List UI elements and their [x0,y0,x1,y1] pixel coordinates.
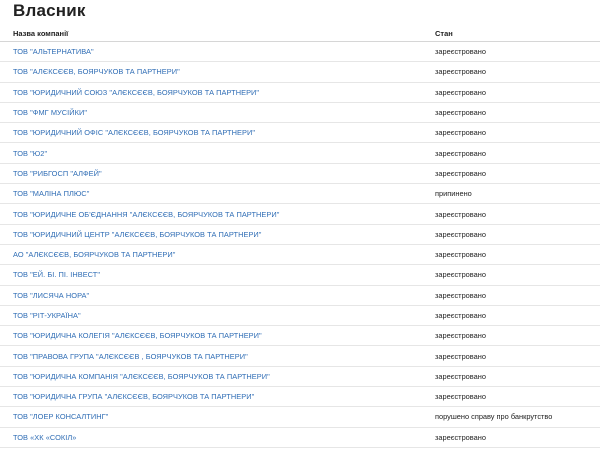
company-status-cell: зареєстровано [428,244,600,266]
table-row: ТОВ "ЛИСЯЧА НОРА" зареєстровано [0,285,600,306]
company-name-cell: ТОВ "ЮРИДИЧНИЙ ЦЕНТР "АЛЄКСЄЄВ, БОЯРЧУКО… [0,224,428,245]
company-name-cell: ТОВ "РІТ-УКРАЇНА" [0,305,428,327]
table-row: ТОВ "ПРАВОВА ГРУПА "АЛЄКСЄЄВ , БОЯРЧУКОВ… [0,345,600,367]
table-header-row: Назва компанії Стан [0,25,600,42]
table-row: ТОВ "ЮРИДИЧНИЙ СОЮЗ "АЛЄКСЄЄВ, БОЯРЧУКОВ… [0,82,600,103]
owners-table: Назва компанії Стан ТОВ "АЛЬТЕРНАТИВА" за… [0,25,600,448]
company-status-cell: зареєстровано [428,345,600,367]
company-name-cell: ТОВ "ЛИСЯЧА НОРА" [0,285,428,306]
company-name-cell: ТОВ "ЮРИДИЧНА КОМПАНІЯ "АЛЄКСЄЄВ, БОЯРЧУ… [0,366,428,388]
company-link[interactable]: ТОВ "ЮРИДИЧНА КОМПАНІЯ "АЛЄКСЄЄВ, БОЯРЧУ… [13,372,270,381]
company-status-cell: зареєстровано [428,102,600,124]
company-status-cell: зареєстровано [428,264,600,286]
company-status-cell: зареєстровано [428,41,600,63]
company-link[interactable]: ТОВ "ФМГ МУСІЙКИ" [13,108,87,117]
table-row: ТОВ "Ю2" зареєстровано [0,142,600,164]
table-row: АО "АЛЄКСЄЄВ, БОЯРЧУКОВ ТА ПАРТНЕРИ" заре… [0,244,600,266]
table-row: ТОВ «ХК «СОКІЛ» зареєстровано [0,427,600,448]
company-name-cell: ТОВ "ЮРИДИЧНА КОЛЕГІЯ "АЛЄКСЄЄВ, БОЯРЧУК… [0,325,428,347]
company-link[interactable]: ТОВ "АЛЬТЕРНАТИВА" [13,47,94,56]
company-status-cell: зареєстровано [428,122,600,144]
company-status-cell: зареєстровано [428,61,600,83]
company-link[interactable]: ТОВ "РИБГОСП "АЛФЕЙ" [13,169,102,178]
company-name-cell: ТОВ "Ю2" [0,142,428,164]
page: Власник Назва компанії Стан ТОВ "АЛЬТЕРН… [0,0,600,450]
table-row: ТОВ "ЮРИДИЧНИЙ ОФІС "АЛЄКСЄЄВ, БОЯРЧУКОВ… [0,122,600,144]
page-title: Власник [13,1,86,20]
company-name-cell: ТОВ "ЛОЕР КОНСАЛТИНГ" [0,406,428,428]
column-header-status: Стан [428,25,600,42]
company-link[interactable]: ТОВ «ХК «СОКІЛ» [13,433,76,442]
company-name-cell: АО "АЛЄКСЄЄВ, БОЯРЧУКОВ ТА ПАРТНЕРИ" [0,244,428,266]
company-name-cell: ТОВ "ЮРИДИЧНИЙ СОЮЗ "АЛЄКСЄЄВ, БОЯРЧУКОВ… [0,82,428,103]
company-name-cell: ТОВ "ФМГ МУСІЙКИ" [0,102,428,124]
company-name-cell: ТОВ "МАЛІНА ПЛЮС" [0,183,428,205]
company-status-cell: зареєстровано [428,427,600,448]
company-status-cell: зареєстровано [428,224,600,245]
company-status-cell: порушено справу про банкрутство [428,406,600,428]
company-name-cell: ТОВ "АЛЬТЕРНАТИВА" [0,41,428,63]
company-status-cell: зареєстровано [428,163,600,185]
table-row: ТОВ "ФМГ МУСІЙКИ" зареєстровано [0,102,600,124]
company-name-cell: ТОВ "АЛЄКСЄЄВ, БОЯРЧУКОВ ТА ПАРТНЕРИ" [0,61,428,83]
table-row: ТОВ "ЮРИДИЧНА ГРУПА "АЛЄКСЄЄВ, БОЯРЧУКОВ… [0,386,600,408]
table-row: ТОВ "МАЛІНА ПЛЮС" припинено [0,183,600,205]
company-status-cell: зареєстровано [428,325,600,347]
company-link[interactable]: ТОВ "ЛИСЯЧА НОРА" [13,291,89,300]
company-status-cell: зареєстровано [428,82,600,103]
table-row: ТОВ "ЮРИДИЧНА КОЛЕГІЯ "АЛЄКСЄЄВ, БОЯРЧУК… [0,325,600,347]
owners-table-body: ТОВ "АЛЬТЕРНАТИВА" зареєстровано ТОВ "АЛЄК… [0,41,600,448]
table-row: ТОВ "ЮРИДИЧНА КОМПАНІЯ "АЛЄКСЄЄВ, БОЯРЧУ… [0,366,600,388]
company-link[interactable]: ТОВ "ЛОЕР КОНСАЛТИНГ" [13,412,108,421]
company-status-cell: припинено [428,183,600,205]
company-name-cell: ТОВ "ЮРИДИЧНИЙ ОФІС "АЛЄКСЄЄВ, БОЯРЧУКОВ… [0,122,428,144]
company-name-cell: ТОВ "ЮРИДИЧНЕ ОБ'ЄДНАННЯ "АЛЄКСЄЄВ, БОЯР… [0,203,428,225]
company-name-cell: ТОВ "ПРАВОВА ГРУПА "АЛЄКСЄЄВ , БОЯРЧУКОВ… [0,345,428,367]
company-link[interactable]: ТОВ "ЮРИДИЧНИЙ СОЮЗ "АЛЄКСЄЄВ, БОЯРЧУКОВ… [13,88,259,97]
company-link[interactable]: ТОВ "ЮРИДИЧНИЙ ОФІС "АЛЄКСЄЄВ, БОЯРЧУКОВ… [13,128,255,137]
table-row: ТОВ "ЮРИДИЧНЕ ОБ'ЄДНАННЯ "АЛЄКСЄЄВ, БОЯР… [0,203,600,225]
table-row: ТОВ "АЛЬТЕРНАТИВА" зареєстровано [0,41,600,63]
company-status-cell: зареєстровано [428,386,600,408]
company-link[interactable]: ТОВ "Ю2" [13,149,47,158]
company-link[interactable]: ТОВ "РІТ-УКРАЇНА" [13,311,81,320]
column-header-company-name: Назва компанії [0,25,428,42]
table-row: ТОВ "РІТ-УКРАЇНА" зареєстровано [0,305,600,327]
company-link[interactable]: ТОВ "ЮРИДИЧНА КОЛЕГІЯ "АЛЄКСЄЄВ, БОЯРЧУК… [13,331,262,340]
table-row: ТОВ "ЛОЕР КОНСАЛТИНГ" порушено справу про… [0,406,600,428]
company-status-cell: зареєстровано [428,285,600,306]
company-link[interactable]: ТОВ "ЕЙ. БІ. ПІ. ІНВЕСТ" [13,270,100,279]
company-status-cell: зареєстровано [428,305,600,327]
company-link[interactable]: ТОВ "ЮРИДИЧНИЙ ЦЕНТР "АЛЄКСЄЄВ, БОЯРЧУКО… [13,230,261,239]
company-name-cell: ТОВ «ХК «СОКІЛ» [0,427,428,448]
table-row: ТОВ "РИБГОСП "АЛФЕЙ" зареєстровано [0,163,600,185]
company-status-cell: зареєстровано [428,142,600,164]
company-link[interactable]: ТОВ "АЛЄКСЄЄВ, БОЯРЧУКОВ ТА ПАРТНЕРИ" [13,67,180,76]
company-name-cell: ТОВ "РИБГОСП "АЛФЕЙ" [0,163,428,185]
company-link[interactable]: ТОВ "МАЛІНА ПЛЮС" [13,189,89,198]
company-link[interactable]: ТОВ "ЮРИДИЧНЕ ОБ'ЄДНАННЯ "АЛЄКСЄЄВ, БОЯР… [13,210,279,219]
company-status-cell: зареєстровано [428,203,600,225]
table-row: ТОВ "ЕЙ. БІ. ПІ. ІНВЕСТ" зареєстровано [0,264,600,286]
company-link[interactable]: ТОВ "ПРАВОВА ГРУПА "АЛЄКСЄЄВ , БОЯРЧУКОВ… [13,352,248,361]
company-name-cell: ТОВ "ЮРИДИЧНА ГРУПА "АЛЄКСЄЄВ, БОЯРЧУКОВ… [0,386,428,408]
table-row: ТОВ "АЛЄКСЄЄВ, БОЯРЧУКОВ ТА ПАРТНЕРИ" зар… [0,61,600,83]
table-row: ТОВ "ЮРИДИЧНИЙ ЦЕНТР "АЛЄКСЄЄВ, БОЯРЧУКО… [0,224,600,245]
company-link[interactable]: ТОВ "ЮРИДИЧНА ГРУПА "АЛЄКСЄЄВ, БОЯРЧУКОВ… [13,392,254,401]
company-name-cell: ТОВ "ЕЙ. БІ. ПІ. ІНВЕСТ" [0,264,428,286]
company-link[interactable]: АО "АЛЄКСЄЄВ, БОЯРЧУКОВ ТА ПАРТНЕРИ" [13,250,175,259]
company-status-cell: зареєстровано [428,366,600,388]
